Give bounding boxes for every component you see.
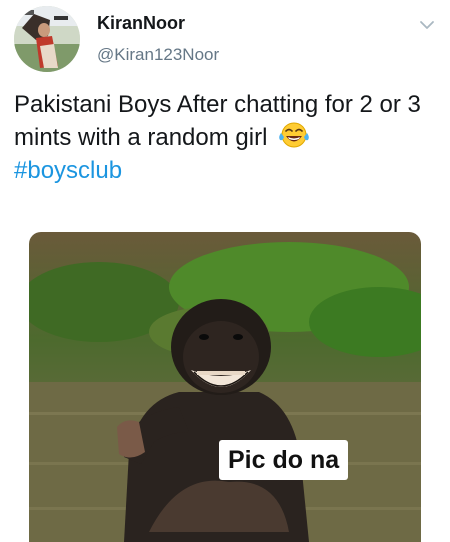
user-names: KiranNoor @Kiran123Noor xyxy=(97,12,219,65)
tweet-body: Pakistani Boys After chatting for 2 or 3… xyxy=(14,91,421,151)
tweet-media[interactable]: Pic do na xyxy=(29,232,421,542)
laughing-tears-emoji-icon xyxy=(278,121,310,149)
user-handle[interactable]: @Kiran123Noor xyxy=(97,45,219,65)
hashtag-link[interactable]: #boysclub xyxy=(14,157,122,184)
media-caption: Pic do na xyxy=(219,440,349,480)
tweet-card: KiranNoor @Kiran123Noor Pakistani Boys A… xyxy=(0,0,450,542)
tweet-header: KiranNoor @Kiran123Noor xyxy=(14,6,436,72)
display-name[interactable]: KiranNoor xyxy=(97,12,219,34)
tweet-text: Pakistani Boys After chatting for 2 or 3… xyxy=(14,88,434,187)
chevron-down-icon[interactable] xyxy=(418,16,436,34)
laughing-chimp-photo xyxy=(29,232,421,542)
avatar[interactable] xyxy=(14,6,80,72)
